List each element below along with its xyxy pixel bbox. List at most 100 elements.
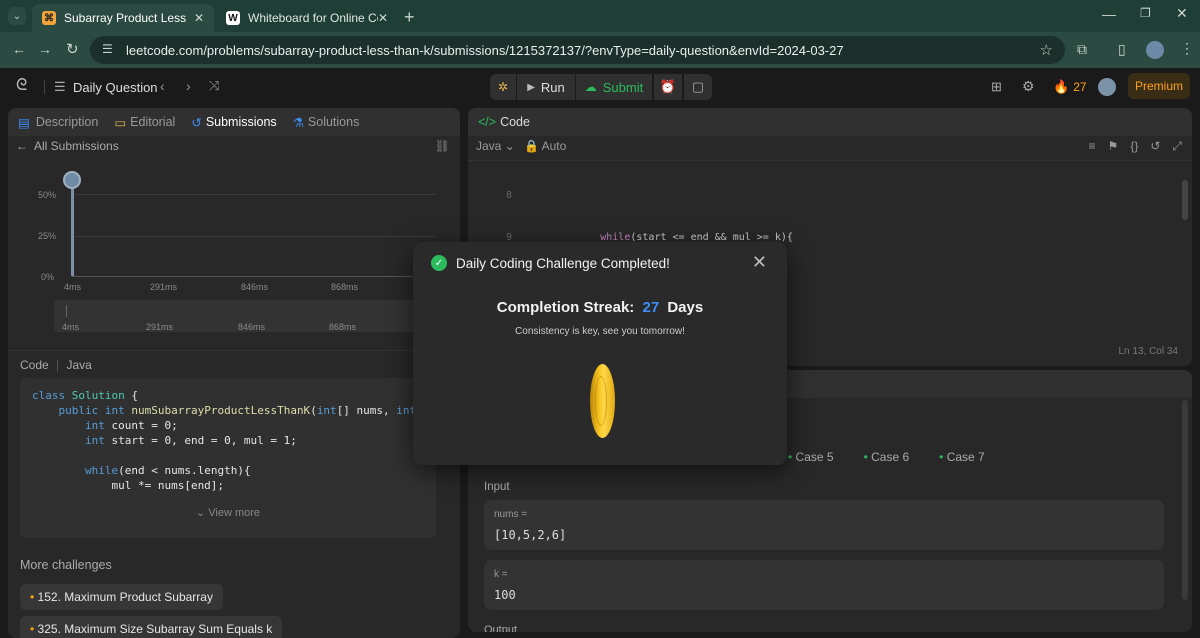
reload-icon[interactable]: ↻ xyxy=(66,40,79,58)
back-arrow-icon: ← xyxy=(16,139,28,153)
divider xyxy=(8,350,460,351)
close-window-icon[interactable]: ✕ xyxy=(1176,5,1188,22)
tab-solutions[interactable]: Solutions xyxy=(308,115,359,129)
runtime-bar-4ms[interactable] xyxy=(71,178,74,276)
daily-question-title[interactable]: Daily Question xyxy=(73,80,158,95)
restore-window-icon[interactable]: ❐ xyxy=(1140,6,1151,20)
profile-avatar[interactable] xyxy=(1146,41,1164,59)
site-info-icon[interactable]: ☰ xyxy=(102,42,113,56)
view-more-button[interactable]: ⌄ View more xyxy=(20,506,436,519)
tab-title: Whiteboard for Online Collabo xyxy=(248,11,378,25)
grid-line xyxy=(72,194,436,195)
minimize-window-icon[interactable]: — xyxy=(1102,6,1116,22)
bookmark-star-icon[interactable]: ☆ xyxy=(1040,41,1053,59)
streak-counter[interactable]: 🔥 27 xyxy=(1053,79,1087,95)
left-panel: ▤ Description ▭ Editorial ↺ Submissions … xyxy=(8,108,460,638)
copy-link-icon[interactable]: ⛓ xyxy=(435,139,450,153)
lock-icon: 🔒 xyxy=(524,139,539,153)
coin-animation-icon xyxy=(590,364,615,438)
bookmark-icon[interactable]: ⚑ xyxy=(1108,139,1119,154)
modal-subtitle: Consistency is key, see you tomorrow! xyxy=(515,326,685,337)
new-tab-plus-icon[interactable]: + xyxy=(404,7,415,28)
code-label: Code xyxy=(20,358,49,372)
leetcode-logo-icon[interactable]: ᘓ xyxy=(16,77,27,95)
challenge-title: 325. Maximum Size Subarray Sum Equals k xyxy=(37,622,273,636)
cloud-upload-icon: ☁ xyxy=(584,80,597,94)
run-button[interactable]: ▶ Run xyxy=(517,74,575,100)
case-tab[interactable]: • Case 5 xyxy=(788,450,834,464)
notes-icon[interactable]: ▢ xyxy=(684,74,712,100)
side-panel-icon[interactable]: ▯ xyxy=(1118,41,1126,58)
prev-question-icon[interactable]: ‹ xyxy=(160,78,165,94)
submit-label: Submit xyxy=(602,79,644,95)
settings-gear-icon[interactable]: ⚙ xyxy=(1022,78,1035,95)
flame-icon: 🔥 xyxy=(1053,79,1070,94)
testcase-scrollbar[interactable] xyxy=(1182,400,1188,600)
browser-tab-leetcode[interactable]: ⌘ Subarray Product Less Than K - ✕ xyxy=(32,4,214,32)
code-line: while(end < nums.length){ xyxy=(84,464,251,477)
browser-menu-icon[interactable]: ⋮ xyxy=(1180,40,1194,57)
tab-submissions[interactable]: Submissions xyxy=(206,115,277,129)
challenge-link[interactable]: • 152. Maximum Product Subarray xyxy=(20,584,223,610)
chevron-down-icon: ⌄ xyxy=(195,507,206,519)
streak-count: 27 xyxy=(1073,80,1087,94)
browser-toolbar: ← → ↻ ☰ leetcode.com/problems/subarray-p… xyxy=(0,32,1200,68)
problem-list-icon[interactable]: ☰ xyxy=(54,79,66,95)
your-submission-avatar-marker[interactable] xyxy=(63,171,81,189)
left-panel-tabs: ▤ Description ▭ Editorial ↺ Submissions … xyxy=(8,108,460,136)
code-section-header: Code | Java xyxy=(20,358,92,372)
language-select[interactable]: Java ⌄ xyxy=(476,139,515,153)
auto-mode-toggle[interactable]: 🔒 Auto xyxy=(524,139,566,153)
back-arrow-icon[interactable]: ← xyxy=(12,41,26,57)
tab-editorial[interactable]: Editorial xyxy=(130,115,175,129)
play-icon: ▶ xyxy=(527,81,535,93)
editor-scrollbar[interactable] xyxy=(1182,180,1188,220)
reset-code-icon[interactable]: ↺ xyxy=(1150,139,1160,154)
braces-icon[interactable]: {} xyxy=(1130,139,1138,154)
case-tab[interactable]: • Case 6 xyxy=(864,450,910,464)
modal-title: Daily Coding Challenge Completed! xyxy=(456,256,670,271)
nums-label: nums = xyxy=(494,509,528,520)
solutions-icon: ⚗ xyxy=(292,115,304,130)
debug-icon[interactable]: ✲ xyxy=(490,74,516,100)
divider xyxy=(44,80,45,94)
code-line: class Solution { xyxy=(32,389,138,402)
runtime-range-slider[interactable]: 4ms 291ms 846ms 868ms xyxy=(54,300,436,332)
input-label: Input xyxy=(484,481,510,493)
browser-tab-whiteboard[interactable]: W Whiteboard for Online Collabo ✕ xyxy=(216,4,398,32)
run-label: Run xyxy=(540,79,565,95)
layout-grid-icon[interactable]: ⊞ xyxy=(991,79,1002,95)
editor-tools: ≡ ⚑ {} ↺ ⤢ xyxy=(1089,139,1182,154)
y-tick: 50% xyxy=(38,190,57,200)
shuffle-icon[interactable]: ⤨ xyxy=(209,78,219,94)
code-line: int start = 0, end = 0, mul = 1; xyxy=(84,434,297,447)
leetcode-favicon-icon: ⌘ xyxy=(42,11,56,25)
code-tab[interactable]: Code xyxy=(500,115,530,129)
x-tick: 291ms xyxy=(150,282,178,292)
format-code-icon[interactable]: ≡ xyxy=(1089,139,1096,154)
next-question-icon[interactable]: › xyxy=(186,78,191,94)
extensions-icon[interactable]: ⧉ xyxy=(1077,41,1087,58)
submit-button[interactable]: ☁ Submit xyxy=(576,74,652,100)
submitted-code-block: class Solution { public int numSubarrayP… xyxy=(20,378,436,538)
submissions-icon: ↺ xyxy=(191,115,202,130)
premium-button[interactable]: Premium xyxy=(1128,73,1190,99)
close-tab-icon[interactable]: ✕ xyxy=(194,11,204,25)
range-handle[interactable] xyxy=(66,305,67,317)
all-submissions-link[interactable]: ← All Submissions xyxy=(16,139,119,153)
browser-tab-strip: ⌄ ⌘ Subarray Product Less Than K - ✕ W W… xyxy=(0,0,1200,32)
tab-list-chevron-icon[interactable]: ⌄ xyxy=(8,7,26,25)
fullscreen-icon[interactable]: ⤢ xyxy=(1172,139,1182,154)
close-icon[interactable]: ✕ xyxy=(752,252,767,273)
alarm-icon[interactable]: ⏰ xyxy=(654,74,682,100)
code-line: public int numSubarrayProductLessThanK(i… xyxy=(58,404,437,417)
challenge-link[interactable]: • 325. Maximum Size Subarray Sum Equals … xyxy=(20,616,283,638)
case-tab[interactable]: • Case 7 xyxy=(939,450,985,464)
address-bar[interactable]: ☰ leetcode.com/problems/subarray-product… xyxy=(90,36,1065,64)
close-tab-icon[interactable]: ✕ xyxy=(378,11,388,25)
user-avatar[interactable] xyxy=(1098,78,1116,96)
tab-description[interactable]: Description xyxy=(36,115,99,129)
forward-arrow-icon[interactable]: → xyxy=(38,41,52,57)
nums-value: [10,5,2,6] xyxy=(494,528,567,542)
